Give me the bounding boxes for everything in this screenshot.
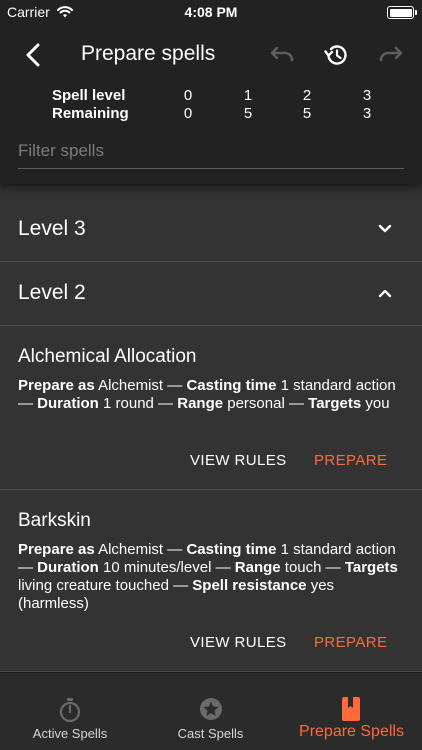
remaining-value: 0	[183, 105, 193, 122]
chevron-left-icon	[26, 43, 40, 67]
spell-level-value: 0	[183, 87, 193, 104]
filter-spells-input[interactable]: Filter spells	[18, 141, 104, 161]
history-icon	[324, 45, 347, 65]
page-title: Prepare spells	[81, 42, 216, 65]
duration-label: Duration	[37, 559, 99, 576]
separator: —	[168, 577, 193, 594]
duration-label: Duration	[37, 395, 99, 412]
tab-active-spells[interactable]: Active Spells	[0, 673, 140, 750]
prepare-button[interactable]: PREPARE	[314, 452, 387, 469]
history-button[interactable]	[323, 42, 349, 73]
redo-button[interactable]	[377, 44, 403, 69]
tab-bar: Active Spells Cast Spells Prepare Spells	[0, 672, 422, 750]
remaining-row: Remaining 0 5 5 3	[0, 105, 422, 123]
redo-icon	[379, 46, 403, 62]
tab-label: Prepare Spells	[299, 723, 404, 740]
view-rules-button[interactable]: VIEW RULES	[190, 452, 287, 469]
spell-level-label: Spell level	[52, 87, 126, 104]
star-badge-icon	[199, 697, 223, 726]
back-button[interactable]	[22, 42, 44, 68]
remaining-value: 5	[302, 105, 312, 122]
range-value: touch	[284, 559, 322, 576]
spell-description: Prepare as Alchemist — Casting time 1 st…	[18, 541, 408, 613]
chevron-up-icon	[377, 286, 393, 304]
spell-level-value: 1	[243, 87, 253, 104]
separator: —	[163, 541, 187, 558]
spell-card: Barkskin Prepare as Alchemist — Casting …	[0, 490, 422, 672]
spell-name: Alchemical Allocation	[18, 346, 197, 367]
spellbook-icon	[341, 697, 361, 726]
range-label: Range	[234, 559, 281, 576]
chevron-down-icon	[377, 222, 393, 240]
level-3-header[interactable]: Level 3	[0, 198, 422, 262]
targets-label: Targets	[308, 395, 362, 412]
spell-level-value: 3	[362, 87, 372, 104]
tab-label: Cast Spells	[177, 726, 244, 741]
tab-prepare-spells[interactable]: Prepare Spells	[281, 673, 422, 750]
level-3-label: Level 3	[18, 217, 86, 240]
duration-value: 10 minutes/level	[103, 559, 212, 576]
clock-time: 4:08 PM	[184, 4, 238, 20]
remaining-value: 5	[243, 105, 253, 122]
casting-time-label: Casting time	[186, 377, 277, 394]
casting-time-value: 1 standard action	[280, 377, 396, 394]
separator: —	[284, 395, 309, 412]
separator: —	[163, 377, 187, 394]
tab-cast-spells[interactable]: Cast Spells	[140, 673, 281, 750]
separator: —	[321, 559, 345, 576]
prepare-as-label: Prepare as	[18, 377, 95, 394]
view-rules-button[interactable]: VIEW RULES	[190, 634, 287, 651]
remaining-label: Remaining	[52, 105, 129, 122]
casting-time-value: 1 standard action	[280, 541, 396, 558]
spell-resistance-label: Spell resistance	[192, 577, 307, 594]
range-value: personal	[227, 395, 285, 412]
targets-value: you	[365, 395, 390, 412]
top-header: Carrier 4:08 PM Prepare spells Spell lev…	[0, 0, 422, 184]
level-2-header[interactable]: Level 2	[0, 262, 422, 326]
range-label: Range	[177, 395, 224, 412]
filter-underline	[18, 168, 404, 169]
targets-value: living creature touched	[18, 577, 169, 594]
prepare-button[interactable]: PREPARE	[314, 634, 387, 651]
remaining-value: 3	[362, 105, 372, 122]
separator: —	[18, 559, 38, 576]
separator: —	[18, 395, 38, 412]
separator: —	[153, 395, 178, 412]
duration-value: 1 round	[103, 395, 154, 412]
spell-name: Barkskin	[18, 510, 91, 531]
undo-button[interactable]	[270, 44, 296, 69]
spell-card: Alchemical Allocation Prepare as Alchemi…	[0, 326, 422, 490]
spell-level-row: Spell level 0 1 2 3	[0, 87, 422, 105]
tab-label: Active Spells	[32, 726, 108, 741]
prepare-as-label: Prepare as	[18, 541, 95, 558]
separator: —	[211, 559, 235, 576]
status-bar: Carrier 4:08 PM	[0, 0, 422, 26]
targets-label: Targets	[344, 559, 398, 576]
stopwatch-icon	[58, 697, 82, 728]
level-2-label: Level 2	[18, 281, 86, 304]
spell-description: Prepare as Alchemist — Casting time 1 st…	[18, 377, 408, 413]
prepare-as-value: Alchemist	[98, 541, 164, 558]
undo-icon	[270, 46, 294, 62]
prepare-as-value: Alchemist	[98, 377, 164, 394]
casting-time-label: Casting time	[186, 541, 277, 558]
battery-icon	[387, 6, 417, 19]
spell-level-value: 2	[302, 87, 312, 104]
